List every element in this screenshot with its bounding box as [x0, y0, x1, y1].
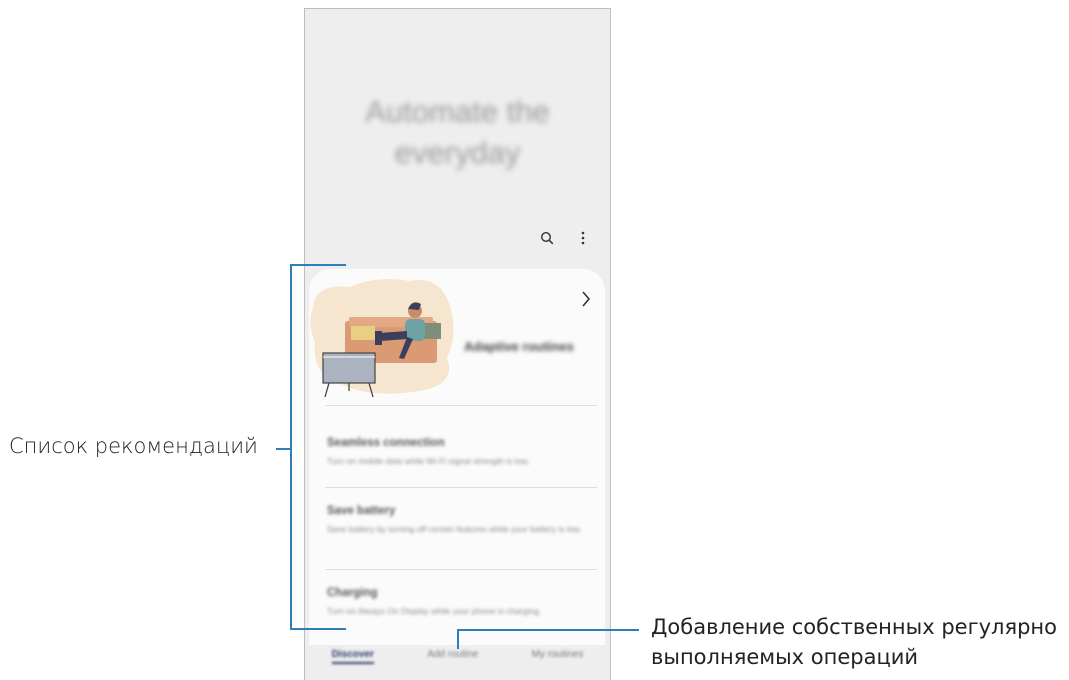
add-routine-leader-horizontal: [457, 629, 639, 631]
phone-screen: Automate the everyday Adaptive routines …: [304, 8, 611, 680]
tab-add-routine[interactable]: Add routine: [427, 649, 478, 660]
bottom-navigation: Discover Add routine My routines: [305, 645, 610, 680]
recommendation-item[interactable]: Save battery Save battery by turning off…: [327, 505, 595, 535]
divider: [325, 569, 597, 570]
hero-line-2: everyday: [394, 135, 521, 170]
recommendation-title: Charging: [327, 587, 378, 599]
add-routine-callout-line-2: выполняемых операций: [651, 645, 919, 669]
recommendations-list: Adaptive routines Seamless connection Tu…: [309, 269, 605, 649]
search-icon[interactable]: [538, 229, 556, 247]
recommendations-leader-line: [276, 448, 290, 450]
add-routine-callout-label: Добавление собственных регулярно выполня…: [651, 612, 1057, 672]
tab-my-routines[interactable]: My routines: [532, 649, 584, 660]
chevron-right-icon[interactable]: [581, 291, 591, 312]
recommendations-callout-label: Список рекомендаций: [9, 434, 258, 458]
add-routine-callout-line-1: Добавление собственных регулярно: [651, 615, 1058, 639]
divider: [325, 405, 597, 406]
divider: [325, 487, 597, 488]
tab-discover[interactable]: Discover: [331, 649, 375, 664]
recommendation-title: Seamless connection: [327, 437, 445, 449]
top-toolbar: [538, 229, 592, 247]
add-routine-leader-vertical: [457, 629, 459, 649]
recommendation-description: Turn on mobile data while Wi-Fi signal s…: [327, 456, 530, 466]
recommendation-title: Save battery: [327, 505, 396, 517]
more-options-icon[interactable]: [574, 229, 592, 247]
recommendation-description: Turn on Always On Display while your pho…: [327, 606, 542, 616]
recommendations-bracket: [290, 264, 346, 630]
hero-title: Automate the everyday: [305, 91, 610, 173]
adaptive-routines-title[interactable]: Adaptive routines: [464, 339, 574, 354]
hero-line-1: Automate the: [365, 94, 550, 129]
recommendation-description: Save battery by turning off certain feat…: [327, 524, 582, 534]
recommendation-item[interactable]: Charging Turn on Always On Display while…: [327, 587, 595, 617]
recommendation-item[interactable]: Seamless connection Turn on mobile data …: [327, 437, 595, 467]
